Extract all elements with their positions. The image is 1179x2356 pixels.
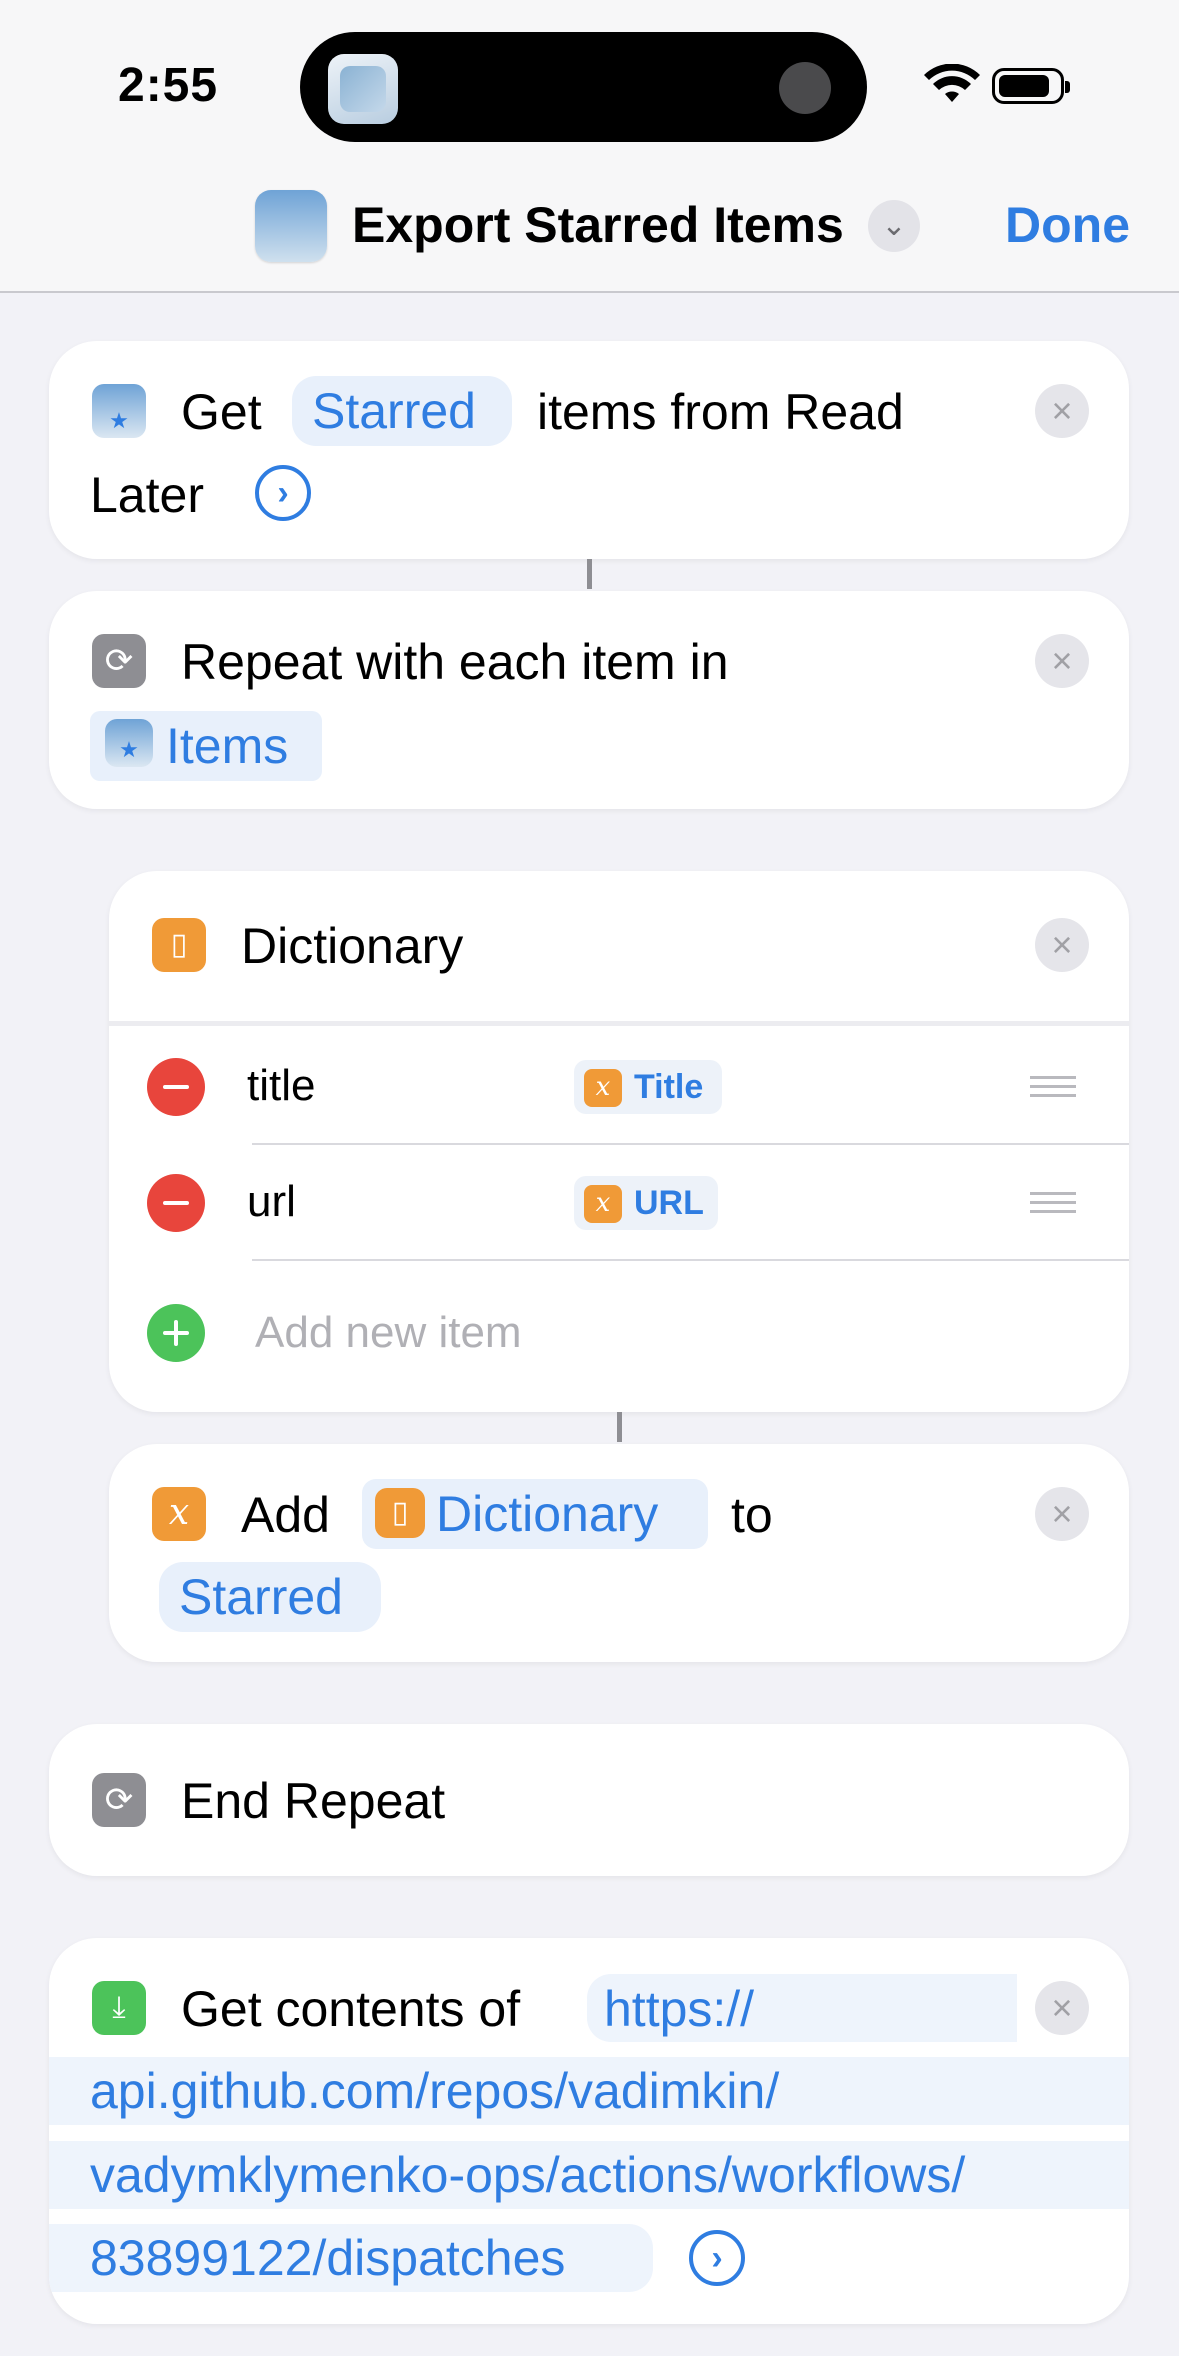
remove-row-button[interactable] xyxy=(147,1174,205,1232)
get-items-action[interactable]: ★ Get Starred items from Read Later › × xyxy=(49,341,1129,559)
variable-icon: x xyxy=(584,1069,622,1107)
remove-row-button[interactable] xyxy=(147,1058,205,1116)
read-later-app-icon: ★ xyxy=(92,384,146,438)
get-label: Get xyxy=(181,384,262,440)
repeat-icon: ⟳ xyxy=(92,1773,146,1827)
items-token-label: Items xyxy=(166,718,289,774)
end-repeat-label: End Repeat xyxy=(181,1773,446,1829)
flow-connector xyxy=(587,559,592,589)
remove-action-icon[interactable]: × xyxy=(1035,634,1089,688)
shortcut-app-icon[interactable] xyxy=(255,190,327,262)
divider xyxy=(109,1021,1129,1026)
dictionary-token-label: Dictionary xyxy=(436,1486,659,1542)
remove-action-icon[interactable]: × xyxy=(1035,1487,1089,1541)
value-token-label: Title xyxy=(634,1068,704,1106)
status-time: 2:55 xyxy=(118,59,219,112)
value-token-label: URL xyxy=(634,1184,704,1222)
remove-action-icon[interactable]: × xyxy=(1035,918,1089,972)
variable-token-starred[interactable]: Starred xyxy=(159,1562,381,1632)
done-button[interactable]: Done xyxy=(1005,196,1130,254)
get-items-text-1: items from Read xyxy=(537,384,904,440)
dictionary-icon: ▯ xyxy=(375,1488,425,1538)
row-divider xyxy=(252,1259,1129,1261)
url-line[interactable]: https:// xyxy=(604,1980,754,2038)
chevron-down-icon[interactable]: ⌄ xyxy=(868,200,920,252)
add-to-variable-action[interactable]: x Add Dictionary ▯ to Starred × xyxy=(109,1444,1129,1662)
url-line[interactable]: 83899122/dispatches xyxy=(90,2229,565,2287)
row-divider xyxy=(252,1143,1129,1145)
flow-connector xyxy=(617,1412,622,1442)
dictionary-key-field[interactable]: title xyxy=(247,1061,315,1111)
dynamic-island xyxy=(300,32,867,142)
shortcut-title[interactable]: Export Starred Items xyxy=(352,196,844,254)
repeat-label: Repeat with each item in xyxy=(181,634,729,690)
battery-icon xyxy=(992,68,1070,104)
url-line[interactable]: vadymklymenko-ops/actions/workflows/ xyxy=(90,2146,965,2204)
dictionary-title: Dictionary xyxy=(241,918,464,974)
get-contents-label: Get contents of xyxy=(181,1981,521,2037)
get-items-text-2: Later xyxy=(90,467,204,523)
add-new-item-field[interactable]: Add new item xyxy=(255,1308,522,1358)
url-line[interactable]: api.github.com/repos/vadimkin/ xyxy=(90,2062,779,2120)
dictionary-value-token[interactable]: x URL xyxy=(574,1176,718,1230)
remove-action-icon[interactable]: × xyxy=(1035,1981,1089,2035)
dictionary-key-field[interactable]: url xyxy=(247,1177,296,1227)
expand-chevron-icon[interactable]: › xyxy=(689,2230,745,2286)
repeat-icon: ⟳ xyxy=(92,634,146,688)
dictionary-icon: ▯ xyxy=(152,918,206,972)
to-label: to xyxy=(731,1487,773,1543)
dictionary-value-token[interactable]: x Title xyxy=(574,1060,722,1114)
dictionary-action[interactable]: ▯ Dictionary × title x Title url x URL A… xyxy=(109,871,1129,1412)
filter-token-starred[interactable]: Starred xyxy=(292,376,512,446)
top-bar: 2:55 Export Starred Items ⌄ Done xyxy=(0,0,1179,293)
remove-action-icon[interactable]: × xyxy=(1035,384,1089,438)
end-repeat-action[interactable]: ⟳ End Repeat xyxy=(49,1724,1129,1876)
live-activity-app-icon xyxy=(328,54,398,124)
camera-dot xyxy=(779,62,831,114)
read-later-app-icon: ★ xyxy=(105,719,153,767)
get-contents-action[interactable]: ⤓ Get contents of https:// api.github.co… xyxy=(49,1938,1129,2324)
repeat-action[interactable]: ⟳ Repeat with each item in Items ★ × xyxy=(49,591,1129,809)
add-row-button[interactable] xyxy=(147,1304,205,1362)
drag-handle-icon[interactable] xyxy=(1030,1192,1076,1214)
drag-handle-icon[interactable] xyxy=(1030,1076,1076,1098)
variable-icon: x xyxy=(152,1487,206,1541)
add-label: Add xyxy=(241,1487,330,1543)
variable-icon: x xyxy=(584,1185,622,1223)
wifi-icon xyxy=(924,64,980,102)
download-icon: ⤓ xyxy=(92,1981,146,2035)
expand-chevron-icon[interactable]: › xyxy=(255,465,311,521)
